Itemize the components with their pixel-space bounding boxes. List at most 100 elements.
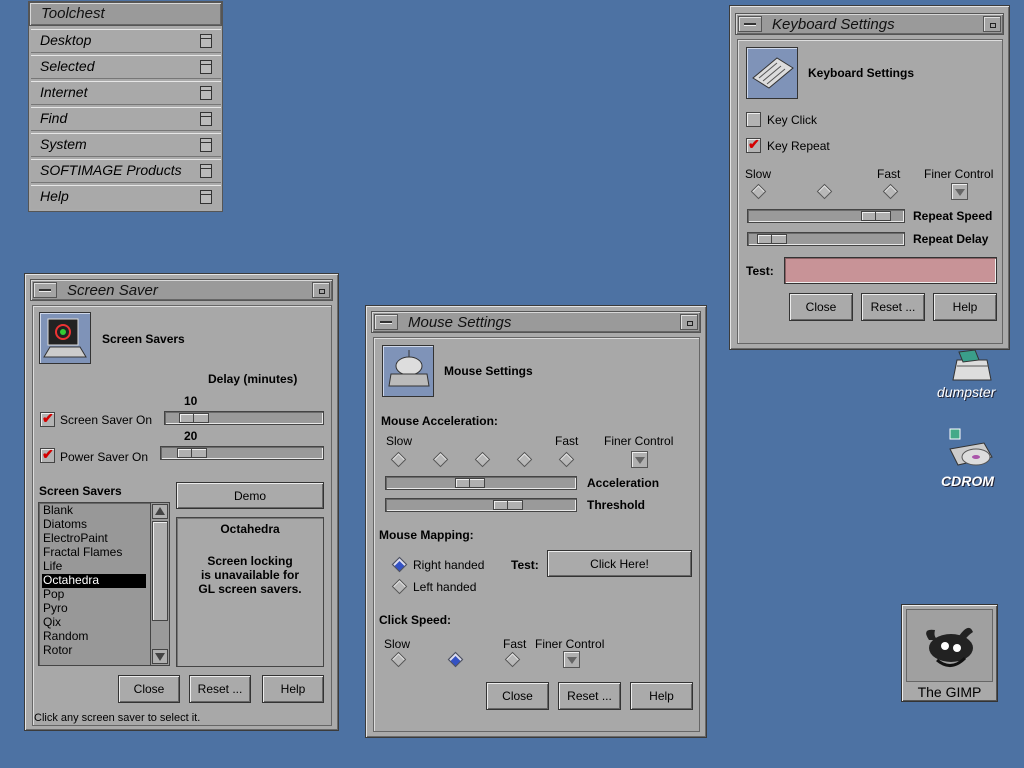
scroll-down-arrow-icon[interactable]: [152, 649, 168, 664]
accel-preset-2[interactable]: [432, 451, 449, 468]
gimp-desktop-icon[interactable]: The GIMP: [901, 604, 998, 702]
screen-saver-title: Screen Saver: [67, 282, 158, 299]
list-item[interactable]: Blank: [42, 504, 146, 518]
keyboard-test-field[interactable]: [784, 257, 997, 284]
accel-preset-1[interactable]: [390, 451, 407, 468]
mouse-settings-window: Mouse Settings Mouse Settings Mouse Acce…: [365, 305, 707, 738]
right-handed-radio[interactable]: [391, 556, 408, 573]
repeat-finer-control-toggle[interactable]: [951, 183, 968, 200]
reset-button[interactable]: Reset ...: [861, 293, 925, 321]
mouse-settings-title: Mouse Settings: [408, 314, 512, 331]
list-item[interactable]: Fractal Flames: [42, 546, 146, 560]
list-item-selected[interactable]: Octahedra: [42, 574, 146, 588]
gimp-icon: [926, 627, 973, 667]
power-saver-on-checkbox[interactable]: [40, 446, 55, 463]
submenu-icon: [200, 112, 212, 126]
keyboard-settings-titlebar[interactable]: Keyboard Settings: [735, 13, 1004, 35]
toolchest-item-help[interactable]: Help: [31, 185, 221, 209]
repeat-speed-label: Repeat Speed: [913, 209, 993, 223]
help-button[interactable]: Help: [933, 293, 997, 321]
mouse-acceleration-label: Mouse Acceleration:: [381, 414, 498, 428]
status-text: Click any screen saver to select it.: [34, 712, 201, 724]
help-button[interactable]: Help: [630, 682, 693, 710]
repeat-preset-2[interactable]: [816, 183, 833, 200]
toolchest-item-desktop[interactable]: Desktop: [31, 29, 221, 53]
click-speed-preset-1[interactable]: [390, 651, 407, 668]
preview-message-line2: is unavailable for: [200, 568, 300, 582]
list-scrollbar[interactable]: [150, 503, 169, 665]
list-item[interactable]: Diatoms: [42, 518, 146, 532]
click-here-button[interactable]: Click Here!: [547, 550, 692, 577]
accel-preset-5[interactable]: [558, 451, 575, 468]
submenu-icon: [200, 34, 212, 48]
accel-slow-label: Slow: [386, 434, 413, 448]
toolchest-item-selected[interactable]: Selected: [31, 55, 221, 79]
reset-button[interactable]: Reset ...: [558, 682, 621, 710]
minimize-button[interactable]: [680, 314, 698, 330]
threshold-label: Threshold: [587, 498, 646, 512]
click-speed-preset-2[interactable]: [447, 651, 464, 668]
click-finer-control-toggle[interactable]: [563, 651, 580, 668]
reset-button[interactable]: Reset ...: [189, 675, 251, 703]
list-item[interactable]: ElectroPaint: [42, 532, 146, 546]
dumpster-desktop-icon[interactable]: dumpster: [935, 349, 1011, 402]
repeat-speed-slider[interactable]: [747, 209, 905, 223]
slider-thumb[interactable]: [757, 234, 787, 244]
screen-saver-titlebar[interactable]: Screen Saver: [30, 279, 333, 301]
demo-button[interactable]: Demo: [176, 482, 324, 509]
screen-saver-on-checkbox[interactable]: [40, 410, 55, 427]
left-handed-radio[interactable]: [391, 578, 408, 595]
key-click-checkbox[interactable]: [746, 112, 761, 127]
window-menu-button[interactable]: [738, 16, 762, 32]
minimize-button[interactable]: [312, 282, 330, 298]
toolchest-titlebar[interactable]: Toolchest: [29, 2, 222, 26]
close-button[interactable]: Close: [486, 682, 549, 710]
screen-saver-delay-slider[interactable]: [164, 411, 324, 425]
scroll-up-arrow-icon[interactable]: [152, 504, 168, 519]
toolchest-item-softimage[interactable]: SOFTIMAGE Products: [31, 159, 221, 183]
click-speed-preset-3[interactable]: [504, 651, 521, 668]
help-button[interactable]: Help: [262, 675, 324, 703]
list-item[interactable]: Random: [42, 630, 146, 644]
screen-saver-on-label: Screen Saver On: [60, 413, 153, 427]
close-button[interactable]: Close: [789, 293, 853, 321]
accel-preset-3[interactable]: [474, 451, 491, 468]
repeat-delay-slider[interactable]: [747, 232, 905, 246]
cdrom-desktop-icon[interactable]: CDROM: [940, 427, 1010, 491]
list-item[interactable]: Qix: [42, 616, 146, 630]
window-menu-button[interactable]: [374, 314, 398, 330]
slider-thumb[interactable]: [493, 500, 523, 510]
accel-finer-control-label: Finer Control: [604, 434, 674, 448]
acceleration-slider[interactable]: [385, 476, 577, 490]
left-handed-label: Left handed: [413, 580, 477, 594]
slider-thumb[interactable]: [455, 478, 485, 488]
slider-thumb[interactable]: [861, 211, 891, 221]
toolchest-item-system[interactable]: System: [31, 133, 221, 157]
power-saver-delay-slider[interactable]: [160, 446, 324, 460]
list-item[interactable]: Rotor: [42, 644, 146, 658]
slider-thumb[interactable]: [179, 413, 209, 423]
close-button[interactable]: Close: [118, 675, 180, 703]
screen-saver-list[interactable]: Blank Diatoms ElectroPaint Fractal Flame…: [38, 502, 170, 666]
scroll-thumb[interactable]: [152, 521, 168, 621]
accel-finer-control-toggle[interactable]: [631, 451, 648, 468]
toolchest-item-find[interactable]: Find: [31, 107, 221, 131]
window-menu-button[interactable]: [33, 282, 57, 298]
list-item[interactable]: Pyro: [42, 602, 146, 616]
toolchest-item-internet[interactable]: Internet: [31, 81, 221, 105]
repeat-finer-control-label: Finer Control: [924, 167, 994, 181]
key-repeat-checkbox[interactable]: [746, 136, 761, 153]
repeat-preset-1[interactable]: [750, 183, 767, 200]
mouse-mapping-label: Mouse Mapping:: [379, 528, 474, 542]
list-item[interactable]: Pop: [42, 588, 146, 602]
threshold-slider[interactable]: [385, 498, 577, 512]
mouse-settings-titlebar[interactable]: Mouse Settings: [371, 311, 701, 333]
list-item[interactable]: Life: [42, 560, 146, 574]
key-repeat-label: Key Repeat: [767, 139, 830, 153]
toolchest: Toolchest Desktop Selected Internet Find…: [28, 1, 223, 212]
repeat-preset-3[interactable]: [882, 183, 899, 200]
accel-preset-4[interactable]: [516, 451, 533, 468]
gimp-icon-frame: [906, 609, 993, 682]
minimize-button[interactable]: [983, 16, 1001, 32]
slider-thumb[interactable]: [177, 448, 207, 458]
